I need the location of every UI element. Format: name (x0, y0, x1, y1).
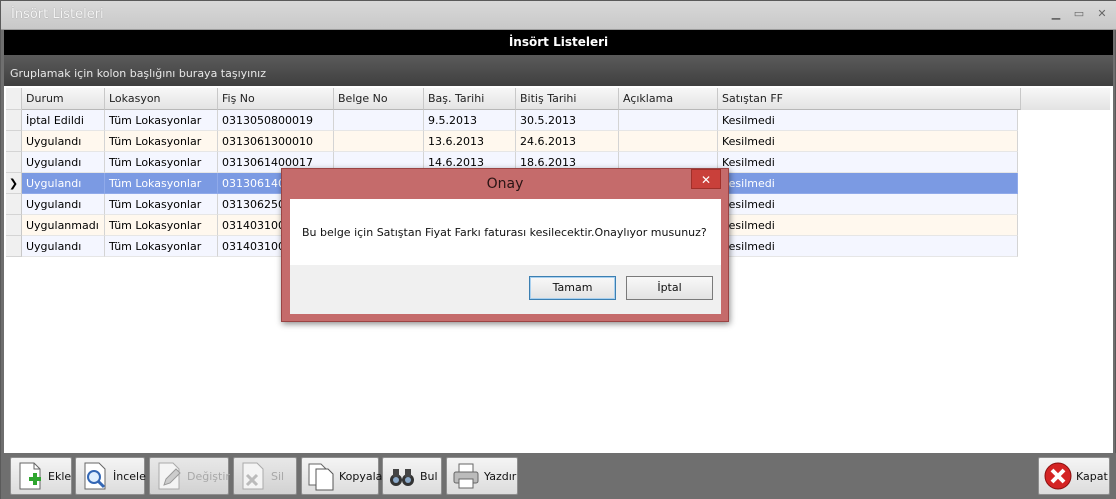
table-row[interactable]: Uygulandı Tüm Lokasyonlar 0313061300010 13.… (6, 131, 1018, 152)
delete-button-label: Sil (271, 469, 285, 483)
edit-button[interactable]: Değiştir (149, 457, 230, 495)
table-cell: 0313050800019 (218, 110, 334, 131)
table-cell: Kesilmedi (718, 215, 1018, 236)
table-cell: Uygulandı (22, 131, 105, 152)
window-title: İnsört Listeleri (11, 7, 104, 22)
copy-icon (306, 461, 336, 491)
table-cell: 0313061300010 (218, 131, 334, 152)
add-document-icon (15, 461, 45, 491)
printer-icon (451, 461, 481, 491)
row-indicator-cell[interactable] (6, 110, 22, 131)
table-cell: 13.6.2013 (424, 131, 516, 152)
table-cell: Tüm Lokasyonlar (105, 215, 218, 236)
table-cell: 30.5.2013 (516, 110, 619, 131)
table-cell: Uygulanmadı (22, 215, 105, 236)
find-button-label: Bul (420, 469, 438, 483)
add-button[interactable]: Ekle (10, 457, 72, 495)
inspect-button[interactable]: İncele (75, 457, 146, 495)
table-cell: Kesilmedi (718, 236, 1018, 257)
confirm-dialog: Onay ✕ Bu belge için Satıştan Fiyat Fark… (281, 168, 729, 322)
dialog-title: Onay (486, 176, 524, 192)
table-cell: Kesilmedi (718, 173, 1018, 194)
column-header[interactable]: Durum (22, 88, 105, 110)
delete-button[interactable]: Sil (233, 457, 297, 495)
binoculars-icon (387, 461, 417, 491)
close-circle-icon (1043, 461, 1073, 491)
copy-button[interactable]: Kopyala (301, 457, 383, 495)
column-header[interactable]: Bitiş Tarihi (516, 88, 619, 110)
column-header[interactable]: Belge No (334, 88, 424, 110)
inspect-button-label: İncele (113, 469, 146, 483)
table-cell: Uygulandı (22, 194, 105, 215)
table-cell: 24.6.2013 (516, 131, 619, 152)
add-button-label: Ekle (48, 469, 72, 483)
table-cell: Tüm Lokasyonlar (105, 110, 218, 131)
cancel-button[interactable]: İptal (626, 276, 713, 300)
table-cell: 9.5.2013 (424, 110, 516, 131)
app-window: İnsört Listeleri ▁ ▭ ✕ İnsört Listeleri … (0, 0, 1116, 499)
header-indicator-cell (6, 88, 22, 110)
column-header[interactable]: Fiş No (218, 88, 334, 110)
edit-button-label: Değiştir (187, 469, 230, 483)
dialog-footer: Tamam İptal (290, 265, 721, 314)
table-cell: Kesilmedi (718, 194, 1018, 215)
maximize-icon[interactable]: ▭ (1071, 7, 1087, 21)
table-cell: Tüm Lokasyonlar (105, 131, 218, 152)
table-cell: Tüm Lokasyonlar (105, 173, 218, 194)
delete-document-icon (238, 461, 268, 491)
column-header[interactable]: Baş. Tarihi (424, 88, 516, 110)
table-cell: Tüm Lokasyonlar (105, 194, 218, 215)
table-cell (619, 131, 718, 152)
table-cell: Tüm Lokasyonlar (105, 152, 218, 173)
table-cell (619, 110, 718, 131)
table-cell: Uygulandı (22, 173, 105, 194)
find-button[interactable]: Bul (382, 457, 442, 495)
table-cell: Tüm Lokasyonlar (105, 236, 218, 257)
edit-document-icon (154, 461, 184, 491)
column-header[interactable]: Lokasyon (105, 88, 218, 110)
page-title: İnsört Listeleri (4, 30, 1113, 55)
row-indicator-cell[interactable] (6, 236, 22, 257)
table-cell (334, 110, 424, 131)
table-cell: Kesilmedi (718, 131, 1018, 152)
dialog-close-icon[interactable]: ✕ (691, 169, 721, 189)
group-by-panel[interactable]: Gruplamak için kolon başlığını buraya ta… (4, 55, 1113, 86)
close-button-label: Kapat (1076, 469, 1108, 483)
row-indicator-cell[interactable] (6, 215, 22, 236)
column-header[interactable]: Açıklama (619, 88, 718, 110)
row-selector-icon[interactable]: ❯ (6, 173, 22, 194)
table-cell: Kesilmedi (718, 152, 1018, 173)
column-header[interactable]: Satıştan FF (718, 88, 1021, 110)
minimize-icon[interactable]: ▁ (1048, 7, 1064, 21)
title-bar: İnsört Listeleri ▁ ▭ ✕ (1, 1, 1116, 30)
table-cell: Uygulandı (22, 236, 105, 257)
magnifier-document-icon (80, 461, 110, 491)
table-cell: Kesilmedi (718, 110, 1018, 131)
dialog-message: Bu belge için Satıştan Fiyat Farkı fatur… (302, 226, 707, 239)
table-row[interactable]: İptal Edildi Tüm Lokasyonlar 0313050800019… (6, 110, 1018, 131)
table-cell (334, 131, 424, 152)
bottom-toolbar: Ekle İncele Değiştir Sil Kopyala Bul Yaz… (1, 453, 1116, 499)
row-indicator-cell[interactable] (6, 131, 22, 152)
row-indicator-cell[interactable] (6, 194, 22, 215)
row-indicator-cell[interactable] (6, 152, 22, 173)
dialog-body: Bu belge için Satıştan Fiyat Farkı fatur… (290, 199, 721, 314)
print-button-label: Yazdır (484, 469, 517, 483)
table-cell: Uygulandı (22, 152, 105, 173)
print-button[interactable]: Yazdır (446, 457, 518, 495)
close-button[interactable]: Kapat (1038, 457, 1110, 495)
copy-button-label: Kopyala (339, 469, 383, 483)
grid-header-row: Durum Lokasyon Fiş No Belge No Baş. Tarihi Bi… (6, 88, 1110, 110)
group-by-hint: Gruplamak için kolon başlığını buraya ta… (10, 67, 267, 80)
ok-button[interactable]: Tamam (529, 276, 616, 300)
table-cell: İptal Edildi (22, 110, 105, 131)
close-icon[interactable]: ✕ (1094, 7, 1110, 21)
